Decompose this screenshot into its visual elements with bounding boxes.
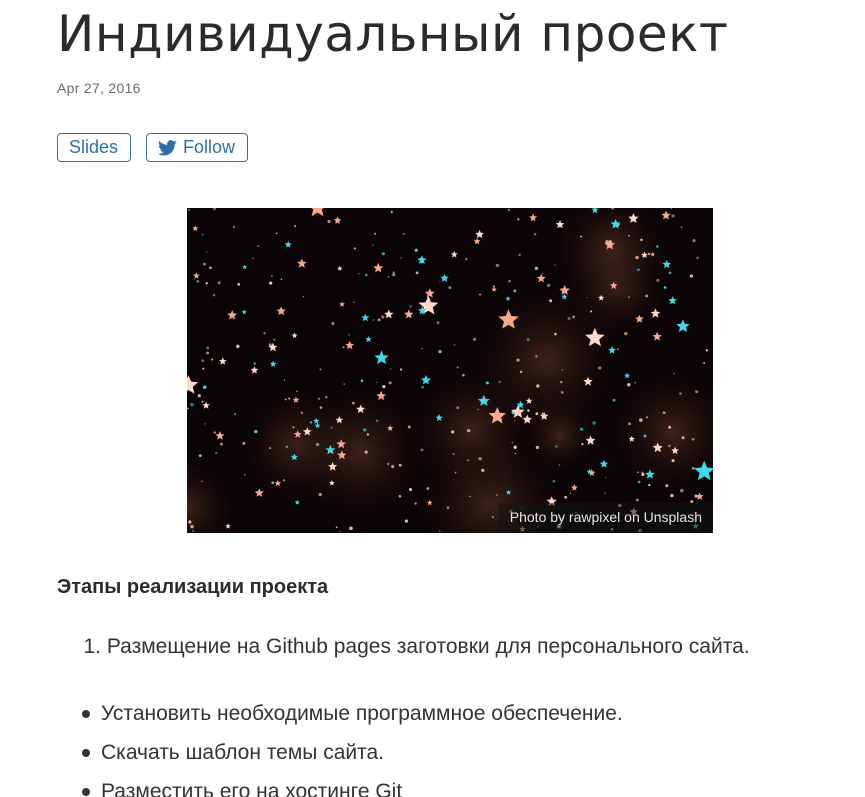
list-item-number: 1. <box>83 635 101 658</box>
list-item: 1. Размещение на Github pages заготовки … <box>57 633 750 661</box>
bullet-icon <box>82 710 90 718</box>
follow-button[interactable]: Follow <box>146 133 248 162</box>
post-date: Apr 27, 2016 <box>57 80 141 96</box>
list-item: Скачать шаблон темы сайта. <box>57 733 623 772</box>
slides-button[interactable]: Slides <box>57 133 131 162</box>
starfield-illustration <box>187 208 713 533</box>
slides-button-label: Slides <box>69 137 119 157</box>
section-heading: Этапы реализации проекта <box>57 576 329 598</box>
follow-button-label: Follow <box>183 137 236 157</box>
bullet-list: Установить необходимые программное обесп… <box>57 694 623 797</box>
bullet-icon <box>82 749 90 757</box>
hero-image: Photo by rawpixel on Unsplash <box>187 208 713 533</box>
photo-credit: Photo by rawpixel on Unsplash <box>497 503 713 533</box>
bullet-icon <box>82 788 90 796</box>
list-item-text: Установить необходимые программное обесп… <box>101 702 623 725</box>
twitter-icon <box>158 139 177 155</box>
list-item: Разместить его на хостинге Git <box>57 772 623 797</box>
list-item-text: Размещение на Github pages заготовки для… <box>106 635 750 658</box>
ordered-list: 1. Размещение на Github pages заготовки … <box>57 633 750 661</box>
page-title: Индивидуальный проект <box>57 5 729 63</box>
list-item-text: Скачать шаблон темы сайта. <box>101 741 385 764</box>
list-item-text: Разместить его на хостинге Git <box>101 780 403 797</box>
list-item: Установить необходимые программное обесп… <box>57 694 623 733</box>
